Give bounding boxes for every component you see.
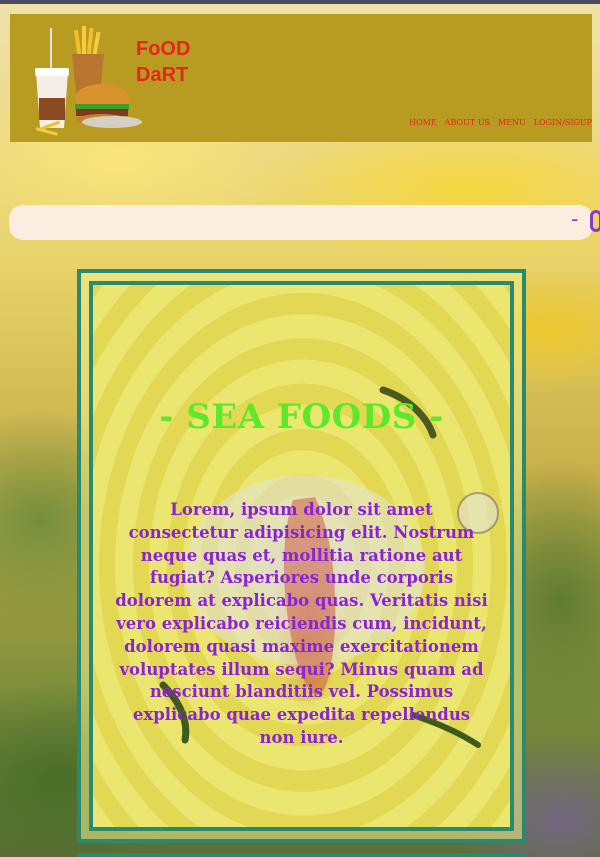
nav-login-signup[interactable]: LOGIN/SIGUP — [534, 118, 592, 127]
card-text: Lorem, ipsum dolor sit amet consectetur … — [115, 500, 488, 747]
nav-menu[interactable]: MENU — [498, 118, 526, 127]
seafood-card-inner: - SEA FOODS - Lorem, ipsum dolor sit ame… — [89, 281, 514, 831]
site-header: FoOD DaRT HOME ABOUT US MENU LOGIN/SIGUP — [10, 14, 592, 142]
fastfood-logo-icon[interactable] — [32, 20, 142, 138]
next-card-edge — [77, 853, 526, 857]
nav-about-us[interactable]: ABOUT US — [445, 118, 490, 127]
nav-home[interactable]: HOME — [409, 118, 437, 127]
circle-icon[interactable] — [590, 210, 600, 232]
search-marker: - — [571, 207, 579, 232]
main-nav: HOME ABOUT US MENU LOGIN/SIGUP — [409, 118, 592, 127]
seafood-card: - SEA FOODS - Lorem, ipsum dolor sit ame… — [77, 269, 526, 843]
search-bar[interactable] — [9, 205, 593, 240]
brand-line-2: DaRT — [136, 64, 189, 86]
top-border — [0, 0, 600, 4]
brand-line-1: FoOD — [136, 38, 191, 60]
brand-name[interactable]: FoOD DaRT — [136, 36, 190, 88]
card-title: - SEA FOODS - — [159, 397, 444, 437]
